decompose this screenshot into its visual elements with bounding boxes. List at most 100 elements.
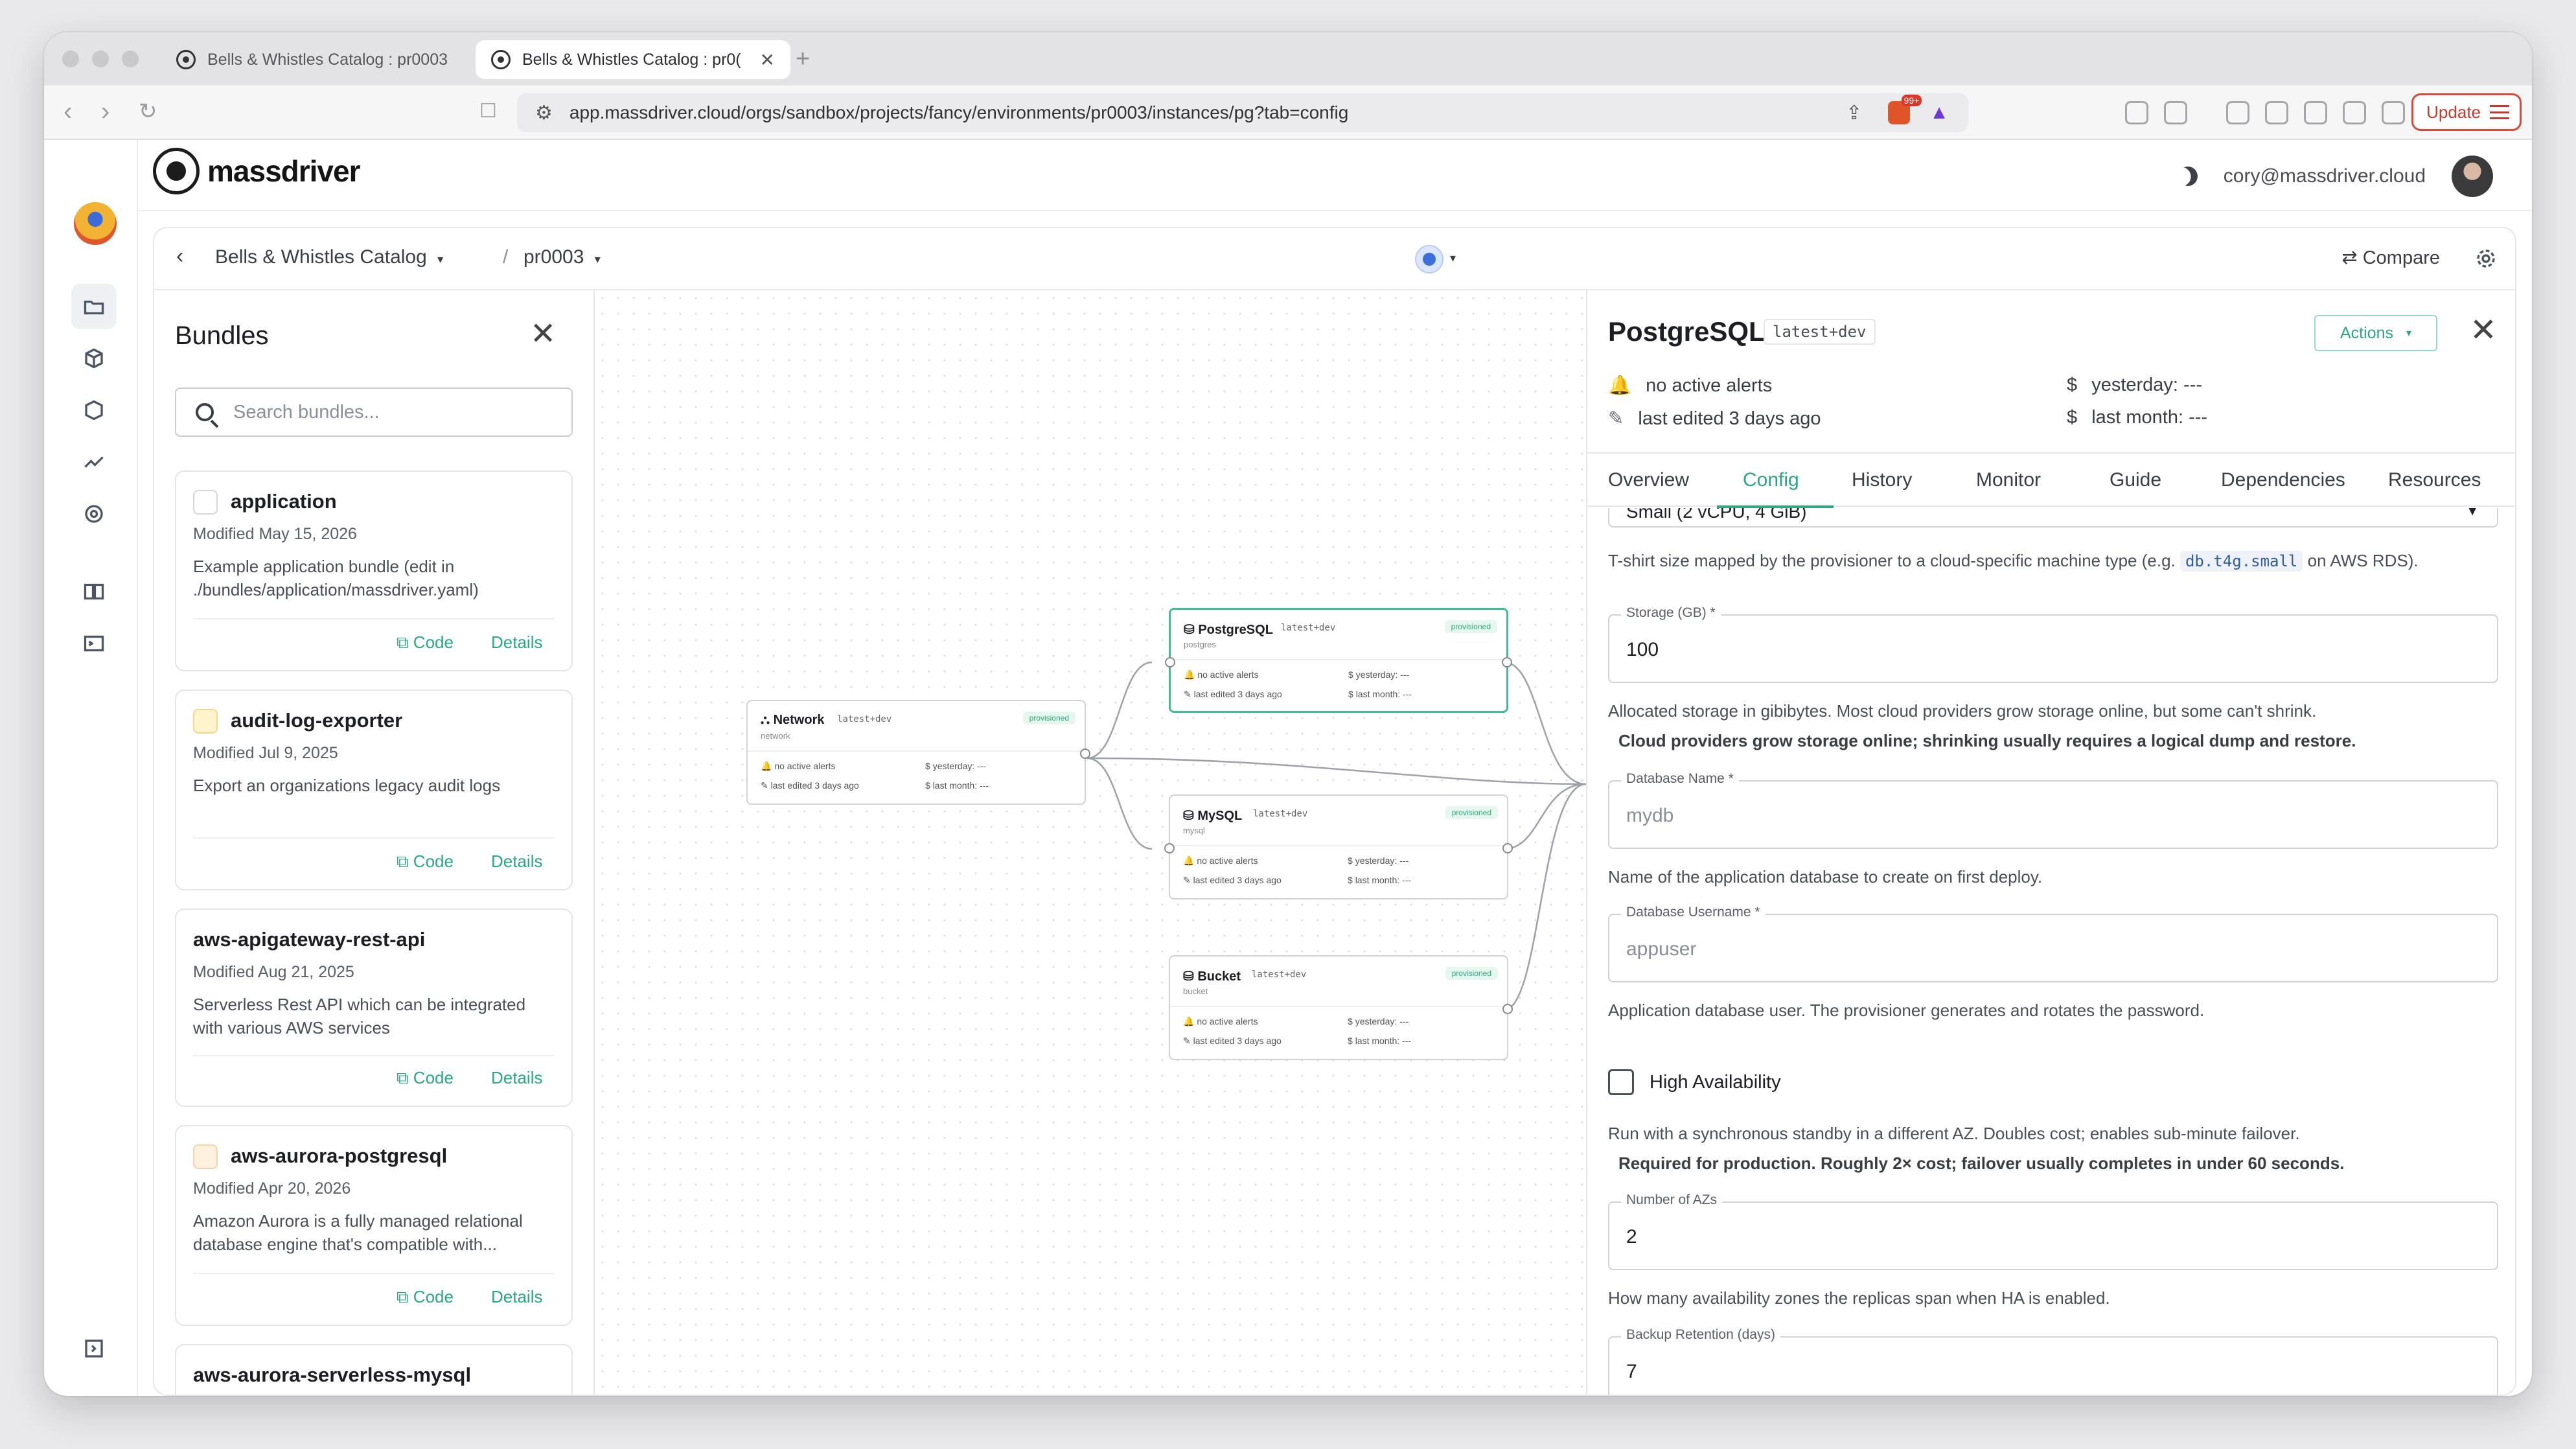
- compare-icon: ⇄: [2341, 248, 2363, 268]
- tab-guide[interactable]: Guide: [2110, 469, 2161, 491]
- forward-icon[interactable]: ›: [101, 97, 109, 126]
- update-button[interactable]: Update: [2411, 93, 2522, 131]
- database-username-help: Application database user. The provision…: [1608, 1001, 2205, 1020]
- input-port[interactable]: [1165, 657, 1175, 667]
- instance-size-select[interactable]: Small (2 vCPU, 4 GiB) ▼: [1608, 508, 2498, 527]
- screenshot-icon[interactable]: [2164, 101, 2187, 124]
- environment-status-icon[interactable]: [1415, 245, 1443, 273]
- reload-icon[interactable]: ↻: [139, 97, 157, 126]
- minimize-window-button[interactable]: [92, 51, 109, 67]
- expand-sidebar-icon[interactable]: [71, 1326, 117, 1371]
- bucket-node[interactable]: ⛁ Bucket latest+dev provisioned bucket 🔔…: [1169, 955, 1513, 1060]
- massdriver-logo[interactable]: massdriver: [153, 148, 360, 194]
- address-bar[interactable]: ⚙ app.massdriver.cloud/orgs/sandbox/proj…: [517, 93, 1968, 132]
- number-of-azs-field[interactable]: Number of AZs 2: [1608, 1192, 2498, 1270]
- gear-icon[interactable]: [2475, 248, 2497, 270]
- tab-history[interactable]: History: [1852, 469, 1912, 491]
- bundle-code-link[interactable]: ⧉ Code: [397, 1068, 454, 1089]
- node-status-badge: provisioned: [1022, 712, 1075, 724]
- bundle-details-link[interactable]: Details: [491, 1287, 542, 1307]
- database-username-field[interactable]: Database Username * appuser: [1608, 905, 2498, 982]
- last-edited-text: last edited 3 days ago: [1638, 408, 1821, 429]
- tab-config[interactable]: Config: [1743, 469, 1799, 491]
- tab-monitor[interactable]: Monitor: [1976, 469, 2041, 491]
- close-window-button[interactable]: [62, 51, 79, 67]
- browser-tab-bar: Bells & Whistles Catalog : pr0003 Bells …: [44, 32, 2532, 86]
- leo-ai-icon[interactable]: [2343, 101, 2366, 124]
- bundle-card[interactable]: audit-log-exporter Modified Jul 9, 2025 …: [175, 690, 573, 890]
- output-port[interactable]: [1502, 1004, 1513, 1014]
- database-name-field[interactable]: Database Name * mydb: [1608, 771, 2498, 849]
- bundle-card[interactable]: application Modified May 15, 2026 Exampl…: [175, 470, 573, 671]
- input-port[interactable]: [1164, 843, 1175, 853]
- bundles-nav-icon[interactable]: [71, 336, 117, 381]
- new-tab-button[interactable]: +: [796, 45, 810, 73]
- high-availability-checkbox[interactable]: [1608, 1069, 1634, 1095]
- packages-nav-icon[interactable]: [71, 388, 117, 433]
- high-availability-label[interactable]: High Availability: [1650, 1072, 1781, 1093]
- sidebar-icon[interactable]: [2265, 101, 2288, 124]
- chevron-down-icon[interactable]: ▾: [1450, 251, 1456, 265]
- extensions-icon[interactable]: [2125, 101, 2148, 124]
- network-node[interactable]: ⛬ Network latest+dev provisioned network…: [746, 700, 1090, 805]
- bundle-code-link[interactable]: ⧉ Code: [397, 852, 454, 872]
- breadcrumb-project[interactable]: Bells & Whistles Catalog ▾: [215, 246, 443, 268]
- output-port[interactable]: [1502, 843, 1513, 853]
- vpn-icon[interactable]: [2382, 101, 2405, 124]
- diagram-canvas[interactable]: ⛬ Network latest+dev provisioned network…: [595, 290, 1586, 1395]
- node-edited-text: last edited 3 days ago: [1193, 875, 1282, 885]
- org-avatar[interactable]: [74, 202, 117, 245]
- bundle-details-link[interactable]: Details: [491, 852, 542, 872]
- bundle-card[interactable]: aws-aurora-postgresql Modified Apr 20, 2…: [175, 1125, 573, 1326]
- projects-nav-icon[interactable]: [71, 284, 117, 329]
- bookmark-icon[interactable]: ☐: [479, 97, 497, 126]
- browser-tab-1[interactable]: Bells & Whistles Catalog : pr0003: [161, 40, 465, 79]
- compare-button[interactable]: ⇄ Compare: [2341, 246, 2440, 269]
- user-email[interactable]: cory@massdriver.cloud: [2224, 165, 2426, 187]
- output-port[interactable]: [1080, 748, 1090, 759]
- browser-tab-2[interactable]: Bells & Whistles Catalog : pr0( ✕: [476, 40, 790, 79]
- brave-rewards-icon[interactable]: ▲: [1929, 102, 1949, 124]
- node-version-tag: latest+dev: [837, 714, 892, 724]
- close-tab-icon[interactable]: ✕: [760, 49, 775, 71]
- mysql-node[interactable]: ⛁ MySQL latest+dev provisioned mysql 🔔 n…: [1164, 794, 1513, 899]
- postgresql-node[interactable]: ⛁ PostgreSQL latest+dev provisioned post…: [1165, 608, 1512, 713]
- bundle-card[interactable]: aws-aurora-serverless-mysql: [175, 1344, 573, 1395]
- analytics-nav-icon[interactable]: [71, 439, 117, 485]
- back-chevron-icon[interactable]: ‹: [176, 244, 183, 269]
- node-version-tag: latest+dev: [1253, 809, 1308, 819]
- bundle-details-link[interactable]: Details: [491, 1068, 542, 1088]
- breadcrumb-environment[interactable]: pr0003 ▾: [523, 246, 601, 268]
- back-icon[interactable]: ‹: [63, 97, 72, 126]
- bundle-details-link[interactable]: Details: [491, 632, 542, 653]
- docs-nav-icon[interactable]: [71, 569, 117, 614]
- share-icon[interactable]: ⇪: [1846, 102, 1862, 124]
- close-detail-icon[interactable]: ✕: [2470, 314, 2497, 346]
- node-cost-day: $ yesterday: ---: [1348, 1016, 1409, 1026]
- output-port[interactable]: [1502, 657, 1512, 667]
- user-avatar[interactable]: [2452, 156, 2493, 197]
- bundle-code-link[interactable]: ⧉ Code: [397, 1287, 454, 1308]
- connection-line: [1087, 757, 1586, 785]
- backup-retention-field[interactable]: Backup Retention (days) 7: [1608, 1327, 2498, 1395]
- tab-resources[interactable]: Resources: [2388, 469, 2481, 491]
- zoom-window-button[interactable]: [122, 51, 139, 67]
- connection-line: [1504, 783, 1586, 1011]
- downloads-icon[interactable]: [2226, 101, 2249, 124]
- bundle-card[interactable]: aws-apigateway-rest-api Modified Aug 21,…: [175, 909, 573, 1107]
- instance-title: PostgreSQL: [1608, 316, 1765, 347]
- actions-button[interactable]: Actions ▾: [2314, 315, 2437, 351]
- storage-field[interactable]: Storage (GB) * 100: [1608, 605, 2498, 683]
- brave-shield-icon[interactable]: 99+: [1888, 95, 1922, 124]
- terminal-nav-icon[interactable]: [71, 621, 117, 666]
- site-settings-icon[interactable]: ⚙: [535, 102, 553, 124]
- bundle-code-link[interactable]: ⧉ Code: [397, 632, 454, 653]
- close-bundles-icon[interactable]: ✕: [530, 319, 556, 350]
- tab-dependencies[interactable]: Dependencies: [2221, 469, 2345, 491]
- search-bundles-input[interactable]: Search bundles...: [175, 388, 573, 437]
- tab-overview[interactable]: Overview: [1608, 469, 1689, 491]
- number-of-azs-label: Number of AZs: [1621, 1192, 1723, 1208]
- settings-nav-icon[interactable]: [71, 491, 117, 537]
- dark-mode-toggle-icon[interactable]: [2176, 164, 2200, 189]
- wallet-icon[interactable]: [2304, 101, 2327, 124]
